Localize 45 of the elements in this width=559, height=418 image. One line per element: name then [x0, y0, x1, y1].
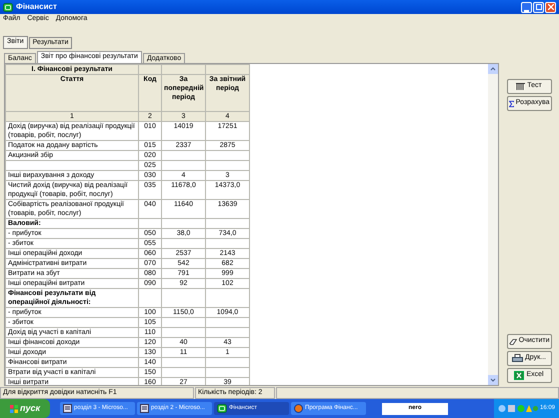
- scroll-down-icon: [488, 375, 498, 385]
- table-cell: [162, 238, 206, 248]
- sigma-icon: [508, 100, 514, 108]
- close-icon: [548, 4, 554, 10]
- printer-icon: [512, 354, 524, 363]
- globe-icon: [294, 404, 303, 413]
- minimize-icon: [524, 10, 529, 12]
- start-button[interactable]: пуск: [0, 399, 50, 418]
- spreadsheet-icon: [514, 371, 524, 380]
- columns-icon: [516, 83, 526, 90]
- table-cell: [138, 288, 162, 308]
- eraser-icon: [508, 338, 517, 346]
- windows-logo-icon: [10, 404, 18, 412]
- tray-icons-drawing: [498, 404, 538, 413]
- table-cell: [162, 218, 206, 228]
- table-cell: [162, 160, 206, 170]
- table-cell: [162, 150, 206, 160]
- app-icon: [3, 2, 13, 12]
- table-cell: [206, 318, 250, 328]
- table-cell: [206, 160, 250, 170]
- close-button[interactable]: [545, 2, 556, 12]
- scrollbar[interactable]: [488, 64, 498, 385]
- minimize-button[interactable]: [521, 2, 532, 12]
- table-cell: [206, 328, 250, 338]
- maximize-button[interactable]: [533, 2, 544, 12]
- table-cell: [206, 358, 250, 368]
- table-cell: [162, 288, 206, 308]
- document-icon: [63, 404, 72, 413]
- table-cell: [206, 218, 250, 228]
- table-cell: [162, 64, 206, 74]
- maximize-icon: [536, 4, 542, 10]
- document-icon: [140, 404, 149, 413]
- table-cell: [162, 318, 206, 328]
- table-cell: [206, 150, 250, 160]
- table-cell: [206, 368, 250, 378]
- window-title: Фінансист: [16, 1, 57, 13]
- table-cell: [162, 358, 206, 368]
- table-cell: [138, 218, 162, 228]
- scroll-up-icon: [488, 64, 498, 74]
- table-cell: [162, 368, 206, 378]
- table-cell: [206, 288, 250, 308]
- table-cell: [206, 64, 250, 74]
- table-cell: [162, 328, 206, 338]
- table-cell: [206, 238, 250, 248]
- app-icon: [217, 404, 227, 413]
